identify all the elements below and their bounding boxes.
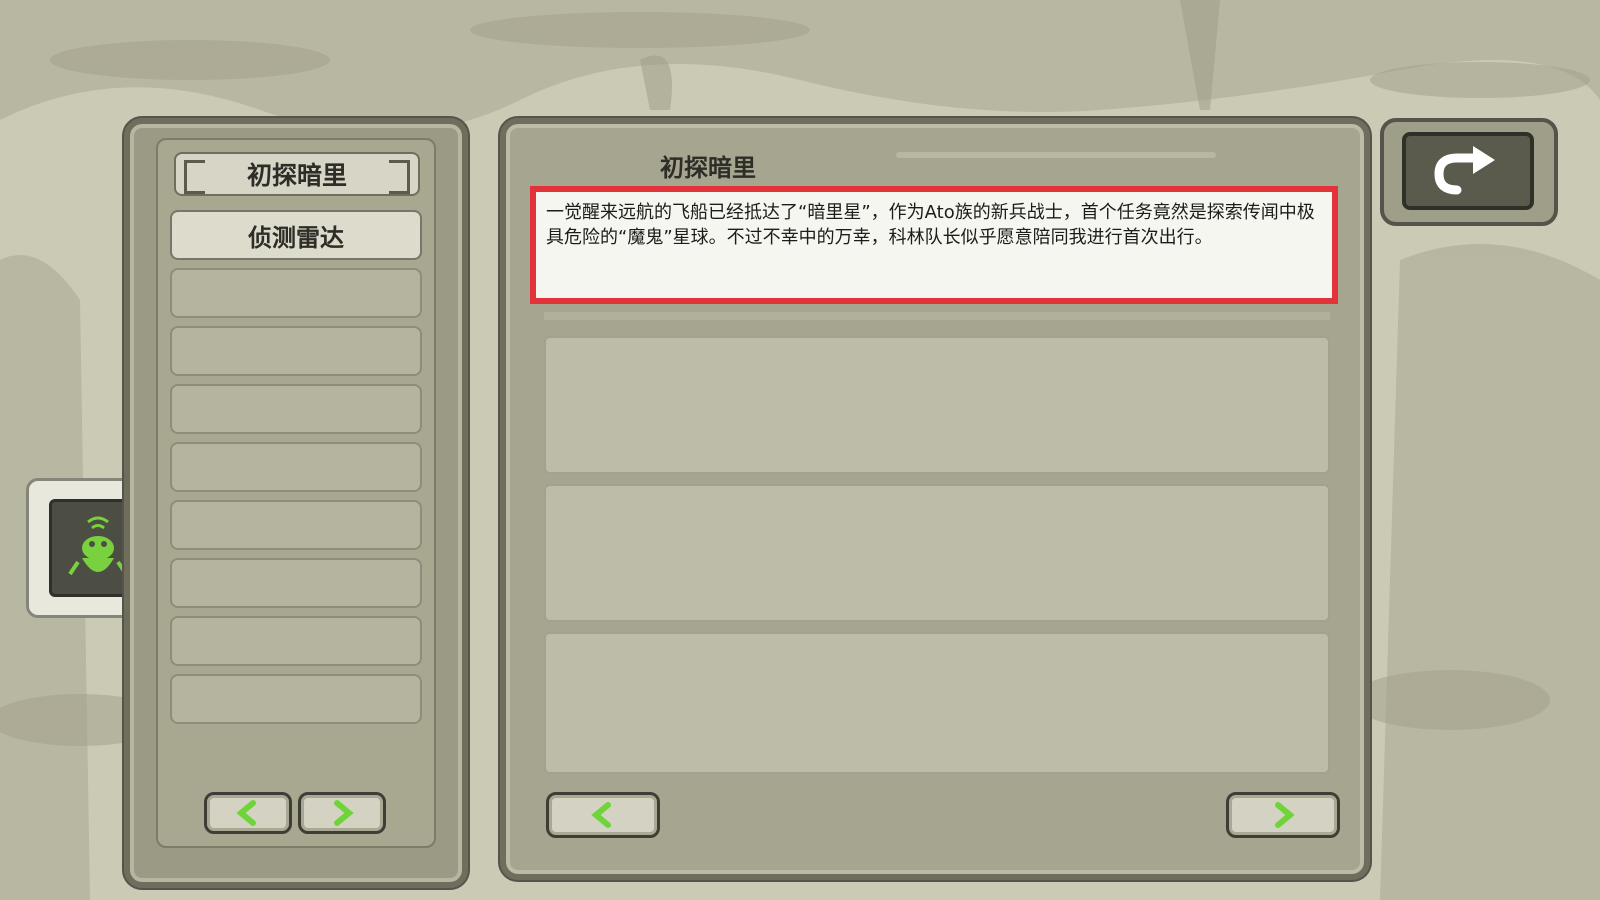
quest-description: 一觉醒来远航的飞船已经抵达了“暗里星”，作为Ato族的新兵战士，首个任务竟然是探… [530,186,1338,304]
chevron-right-icon [1275,802,1295,828]
chevron-left-icon [236,800,256,826]
quest-list-panel: 初探暗里 侦测雷达 [124,118,468,888]
return-arrow-icon [1434,146,1495,195]
bracket-right-icon [389,160,410,194]
back-button-face [1402,132,1534,210]
list-prev-button[interactable] [204,792,292,834]
detail-row [544,484,1330,622]
empty-quest-slot [170,616,422,666]
quest-list: 侦测雷达 [170,210,422,732]
empty-quest-slot [170,268,422,318]
detail-row [544,336,1330,474]
chevron-left-icon [591,802,611,828]
empty-quest-slot [170,558,422,608]
quest-category-title: 初探暗里 [246,161,347,190]
divider-strip [544,312,1330,320]
detail-next-button[interactable] [1226,792,1340,838]
title-divider [896,152,1216,158]
detail-row [544,632,1330,774]
detail-prev-button[interactable] [546,792,660,838]
empty-quest-slot [170,326,422,376]
empty-quest-slot [170,384,422,434]
empty-quest-slot [170,442,422,492]
quest-detail-title: 初探暗里 [660,154,756,182]
quest-list-inner: 初探暗里 侦测雷达 [156,138,436,848]
back-button[interactable] [1380,118,1558,226]
list-next-button[interactable] [298,792,386,834]
bracket-left-icon [184,160,205,194]
chevron-right-icon [334,800,354,826]
quest-item[interactable]: 侦测雷达 [170,210,422,260]
empty-quest-slot [170,674,422,724]
quest-detail-panel: 初探暗里 一觉醒来远航的飞船已经抵达了“暗里星”，作为Ato族的新兵战士，首个任… [500,118,1370,880]
empty-quest-slot [170,500,422,550]
quest-category-header: 初探暗里 [174,152,420,196]
